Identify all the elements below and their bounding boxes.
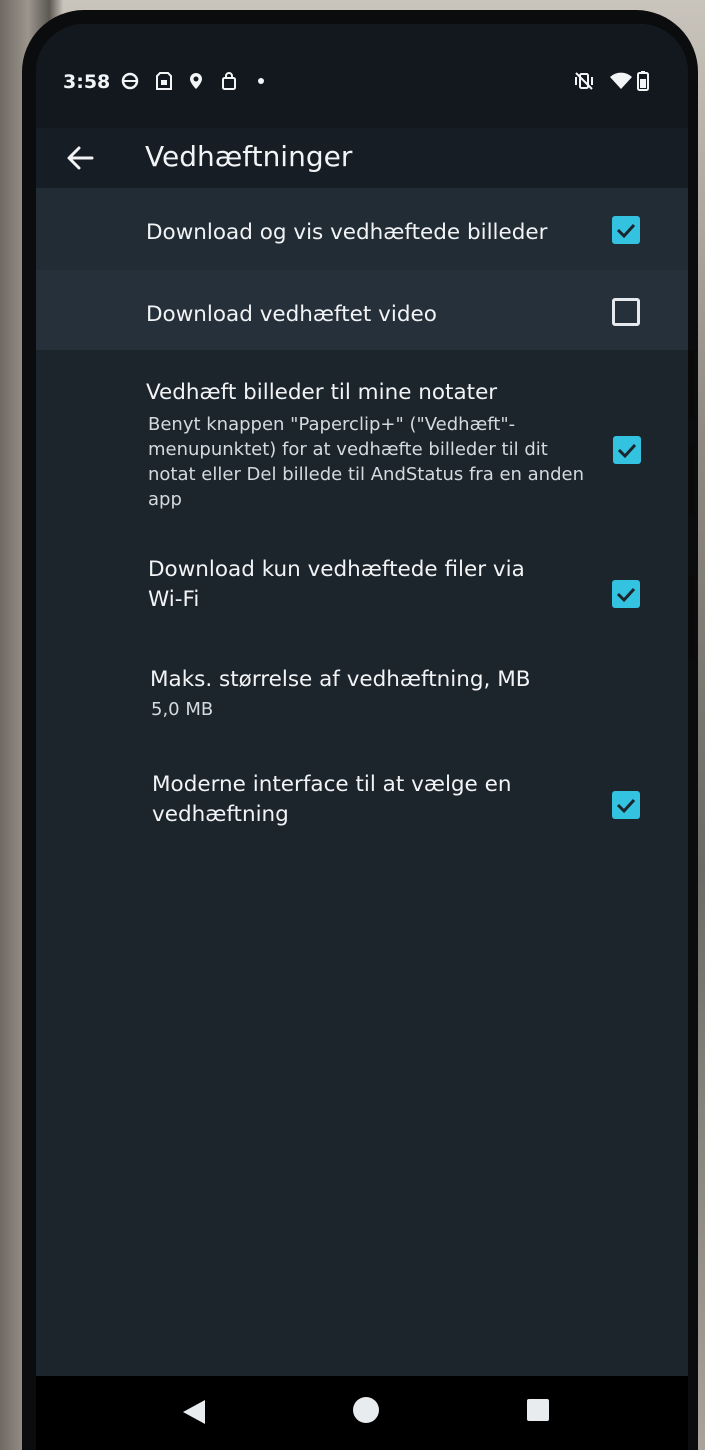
navigation-bar — [36, 1376, 688, 1450]
wifi-icon — [609, 72, 633, 90]
home-circle-icon[interactable] — [352, 1396, 380, 1428]
power-button — [687, 575, 695, 660]
setting-max-size[interactable]: Maks. størrelse af vedhæftning, MB 5,0 M… — [36, 651, 688, 746]
status-bar: 3:58 — [36, 24, 688, 128]
setting-title: Vedhæft billeder til mine notater — [146, 380, 498, 405]
setting-modern-interface[interactable]: Moderne interface til at vælge en vedhæf… — [36, 746, 688, 861]
setting-title: Moderne interface til at vælge en vedhæf… — [152, 772, 512, 827]
volume-up-button — [687, 350, 695, 420]
page-title: Vedhæftninger — [145, 140, 353, 173]
recents-square-icon[interactable] — [526, 1398, 550, 1426]
setting-title: Download og vis vedhæftede billeder — [146, 220, 548, 245]
setting-download-video[interactable]: Download vedhæftet video — [36, 270, 688, 350]
volume-down-button — [687, 445, 695, 515]
setting-wifi-only[interactable]: Download kun vedhæftede filer via Wi-Fi — [36, 543, 688, 651]
circle-icon — [121, 72, 139, 90]
setting-summary: 5,0 MB — [151, 699, 214, 720]
checkbox-download-video[interactable] — [612, 298, 640, 326]
setting-summary: Benyt knappen "Paperclip+" ("Vedhæft"-me… — [148, 414, 584, 510]
vibrate-off-icon — [574, 72, 594, 90]
arrow-left-icon[interactable] — [62, 140, 98, 176]
back-triangle-icon[interactable] — [181, 1398, 207, 1430]
setting-title: Maks. størrelse af vedhæftning, MB — [150, 667, 531, 692]
location-pin-icon — [187, 72, 205, 90]
setting-attach-images[interactable]: Vedhæft billeder til mine notater Benyt … — [36, 350, 688, 543]
checkbox-download-images[interactable] — [612, 216, 640, 244]
app-bar: Vedhæftninger — [36, 128, 688, 188]
battery-icon — [636, 71, 650, 91]
dot-icon — [252, 72, 270, 90]
settings-list: Download og vis vedhæftede billeder Down… — [36, 188, 688, 861]
checkbox-wifi-only[interactable] — [612, 580, 640, 608]
checkbox-modern-interface[interactable] — [612, 791, 640, 819]
shopping-bag-icon — [220, 72, 238, 90]
phone-screen: 3:58 Vedhæftninger Download og vis vedhæ… — [36, 24, 688, 1450]
setting-title: Download vedhæftet video — [146, 302, 437, 327]
setting-download-images[interactable]: Download og vis vedhæftede billeder — [36, 188, 688, 270]
setting-title: Download kun vedhæftede filer via Wi-Fi — [148, 557, 525, 612]
checkbox-attach-images[interactable] — [613, 436, 641, 464]
status-time: 3:58 — [63, 71, 111, 93]
sim-card-icon — [155, 72, 173, 90]
